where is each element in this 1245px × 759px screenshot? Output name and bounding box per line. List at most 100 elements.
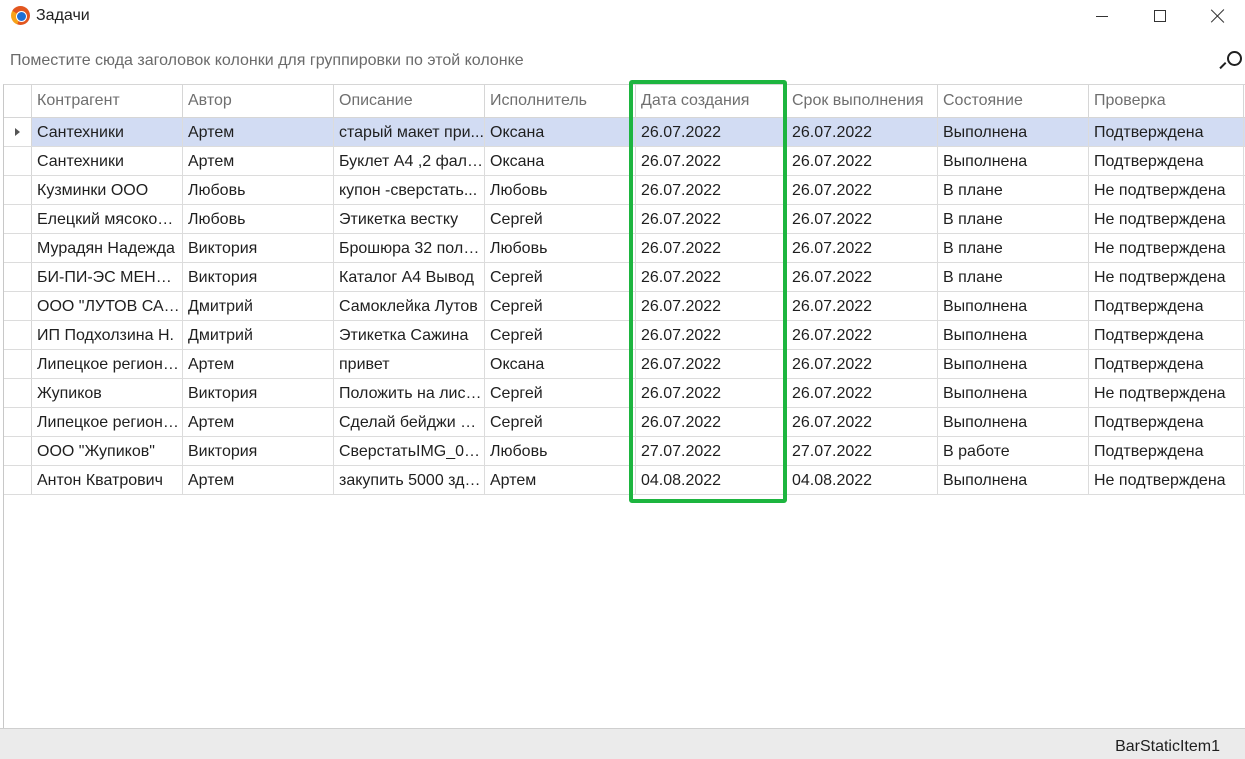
table-cell[interactable]: Сергей xyxy=(485,263,636,291)
table-cell[interactable]: Оксана xyxy=(485,350,636,378)
table-cell[interactable]: Не подтверждена xyxy=(1089,263,1244,291)
table-cell[interactable]: Выполнена xyxy=(938,147,1089,175)
table-cell[interactable]: Буклет А4 ,2 фальца xyxy=(334,147,485,175)
table-cell[interactable]: 26.07.2022 xyxy=(636,379,787,407)
column-header[interactable]: Автор xyxy=(183,85,334,117)
table-cell[interactable]: Каталог А4 Вывод xyxy=(334,263,485,291)
table-cell[interactable]: 26.07.2022 xyxy=(787,205,938,233)
close-button[interactable] xyxy=(1189,0,1245,32)
table-cell[interactable]: Артем xyxy=(183,350,334,378)
table-cell[interactable]: Подтверждена xyxy=(1089,321,1244,349)
table-cell[interactable]: Жупиков xyxy=(32,379,183,407)
table-cell[interactable]: Подтверждена xyxy=(1089,147,1244,175)
table-cell[interactable]: Виктория xyxy=(183,263,334,291)
table-cell[interactable]: 26.07.2022 xyxy=(636,350,787,378)
row-indicator[interactable] xyxy=(4,205,32,233)
table-row[interactable]: Липецкое региональноеАртемСделай бейджи … xyxy=(4,408,1245,437)
table-cell[interactable]: Артем xyxy=(485,466,636,494)
table-cell[interactable]: 26.07.2022 xyxy=(787,350,938,378)
table-cell[interactable]: Оксана xyxy=(485,118,636,146)
table-cell[interactable]: Сантехники xyxy=(32,118,183,146)
table-cell[interactable]: Виктория xyxy=(183,437,334,465)
table-cell[interactable]: 26.07.2022 xyxy=(636,118,787,146)
table-cell[interactable]: 04.08.2022 xyxy=(636,466,787,494)
table-cell[interactable]: В плане xyxy=(938,263,1089,291)
row-indicator[interactable] xyxy=(4,379,32,407)
table-cell[interactable]: Любовь xyxy=(183,176,334,204)
table-cell[interactable]: 26.07.2022 xyxy=(636,408,787,436)
table-cell[interactable]: привет xyxy=(334,350,485,378)
table-cell[interactable]: Не подтверждена xyxy=(1089,234,1244,262)
search-icon[interactable] xyxy=(1222,51,1242,71)
table-cell[interactable]: Липецкое региональное xyxy=(32,408,183,436)
table-cell[interactable]: Выполнена xyxy=(938,379,1089,407)
table-cell[interactable]: 27.07.2022 xyxy=(636,437,787,465)
row-indicator[interactable] xyxy=(4,234,32,262)
table-row[interactable]: Жупиков Виктория Положить на листы Сергей 26… xyxy=(4,379,1245,408)
table-cell[interactable]: Подтверждена xyxy=(1089,408,1244,436)
column-header[interactable]: Проверка xyxy=(1089,85,1244,117)
table-cell[interactable]: Выполнена xyxy=(938,292,1089,320)
table-cell[interactable]: 26.07.2022 xyxy=(787,379,938,407)
table-cell[interactable]: Артем xyxy=(183,408,334,436)
tasks-grid[interactable]: Контрагент Автор Описание Исполнитель Дата с… xyxy=(3,84,1245,728)
table-row[interactable]: БИ-ПИ-ЭС МЕНЕДЖМЕНТВикторияКаталог А4 Вы… xyxy=(4,263,1245,292)
table-cell[interactable]: БИ-ПИ-ЭС МЕНЕДЖМЕНТ xyxy=(32,263,183,291)
table-cell[interactable]: Не подтверждена xyxy=(1089,176,1244,204)
table-row[interactable]: Сантехники Артем Буклет А4 ,2 фальца Оксана… xyxy=(4,147,1245,176)
row-indicator[interactable] xyxy=(4,350,32,378)
table-cell[interactable]: Дмитрий xyxy=(183,292,334,320)
table-row[interactable]: ИП Подхолзина Н. Дмитрий Этикетка Сажина Се… xyxy=(4,321,1245,350)
table-cell[interactable]: 26.07.2022 xyxy=(636,263,787,291)
table-cell[interactable]: Положить на листы xyxy=(334,379,485,407)
table-cell[interactable]: 27.07.2022 xyxy=(787,437,938,465)
table-row[interactable]: Липецкое региональноеАртемприветОксана26… xyxy=(4,350,1245,379)
table-cell[interactable]: 04.08.2022 xyxy=(787,466,938,494)
row-indicator[interactable] xyxy=(4,292,32,320)
table-cell[interactable]: купон -сверстать... xyxy=(334,176,485,204)
table-cell[interactable]: 26.07.2022 xyxy=(636,205,787,233)
table-cell[interactable]: 26.07.2022 xyxy=(787,234,938,262)
table-row[interactable]: Кузминки ООО Любовь купон -сверстать... Люб… xyxy=(4,176,1245,205)
table-cell[interactable]: Сантехники xyxy=(32,147,183,175)
table-cell[interactable]: 26.07.2022 xyxy=(636,321,787,349)
table-cell[interactable]: Подтверждена xyxy=(1089,437,1244,465)
table-row[interactable]: ООО "Жупиков" Виктория СверстатьIMG_0001 Лю… xyxy=(4,437,1245,466)
column-header[interactable]: Состояние xyxy=(938,85,1089,117)
table-row[interactable]: Елецкий мясокомбинатЛюбовьЭтикетка вестк… xyxy=(4,205,1245,234)
group-by-panel[interactable]: Поместите сюда заголовок колонки для гру… xyxy=(0,38,1245,84)
table-cell[interactable]: Кузминки ООО xyxy=(32,176,183,204)
table-cell[interactable]: Виктория xyxy=(183,379,334,407)
table-cell[interactable]: 26.07.2022 xyxy=(787,263,938,291)
table-cell[interactable]: Мурадян Надежда xyxy=(32,234,183,262)
table-cell[interactable]: Сергей xyxy=(485,408,636,436)
table-cell[interactable]: Этикетка вестку xyxy=(334,205,485,233)
table-cell[interactable]: 26.07.2022 xyxy=(787,321,938,349)
table-cell[interactable]: Сергей xyxy=(485,379,636,407)
table-cell[interactable]: Антон Кватрович xyxy=(32,466,183,494)
minimize-button[interactable] xyxy=(1073,0,1131,32)
table-cell[interactable]: Подтверждена xyxy=(1089,292,1244,320)
table-cell[interactable]: Любовь xyxy=(485,437,636,465)
table-cell[interactable]: Любовь xyxy=(485,234,636,262)
focused-row-indicator-icon[interactable] xyxy=(4,118,32,146)
table-cell[interactable]: Артем xyxy=(183,147,334,175)
table-cell[interactable]: Дмитрий xyxy=(183,321,334,349)
column-header[interactable]: Исполнитель xyxy=(485,85,636,117)
table-cell[interactable]: 26.07.2022 xyxy=(636,292,787,320)
table-cell[interactable]: старый макет при... xyxy=(334,118,485,146)
table-row[interactable]: Антон Кватрович Артем закупить 5000 здесь А… xyxy=(4,466,1245,495)
column-header[interactable]: Контрагент xyxy=(32,85,183,117)
table-cell[interactable]: Сергей xyxy=(485,292,636,320)
table-cell[interactable]: Не подтверждена xyxy=(1089,379,1244,407)
table-cell[interactable]: Елецкий мясокомбинат xyxy=(32,205,183,233)
table-cell[interactable]: 26.07.2022 xyxy=(636,234,787,262)
table-cell[interactable]: СверстатьIMG_0001 xyxy=(334,437,485,465)
table-cell[interactable]: В плане xyxy=(938,234,1089,262)
table-cell[interactable]: Выполнена xyxy=(938,118,1089,146)
maximize-button[interactable] xyxy=(1131,0,1189,32)
table-cell[interactable]: Подтверждена xyxy=(1089,350,1244,378)
table-cell[interactable]: Этикетка Сажина xyxy=(334,321,485,349)
table-cell[interactable]: Артем xyxy=(183,466,334,494)
table-cell[interactable]: 26.07.2022 xyxy=(636,147,787,175)
